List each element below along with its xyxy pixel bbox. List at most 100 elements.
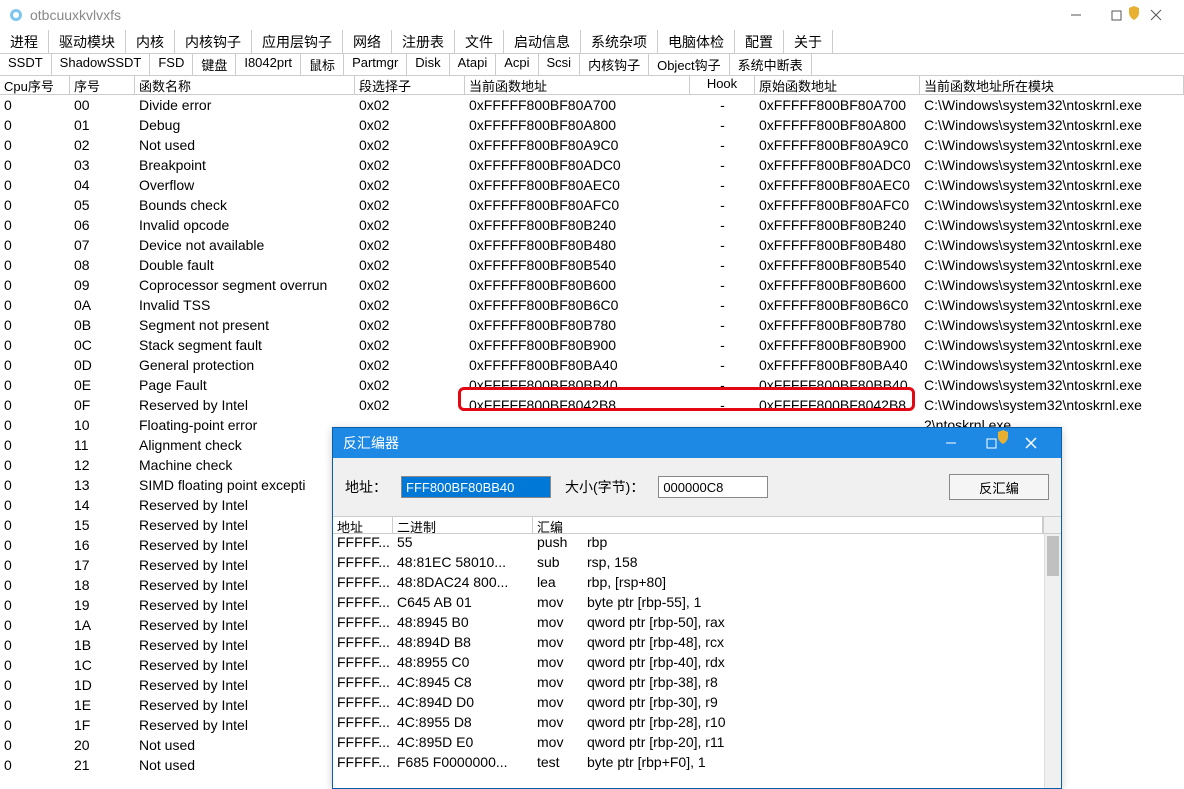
sub-tab-3[interactable]: 键盘 — [193, 54, 236, 75]
asm-row[interactable]: FFFFF...48:8955 C0movqword ptr [rbp-40],… — [333, 654, 1061, 674]
sub-tab-9[interactable]: Acpi — [496, 54, 538, 75]
table-row[interactable]: 00EPage Fault0x020xFFFFF800BF80BB40-0xFF… — [0, 375, 1184, 395]
cell: Floating-point error — [135, 415, 355, 435]
col-header-7[interactable]: 当前函数地址所在模块 — [920, 76, 1184, 94]
table-row[interactable]: 00BSegment not present0x020xFFFFF800BF80… — [0, 315, 1184, 335]
col-addr[interactable]: 地址 — [333, 517, 393, 533]
cell: 0x02 — [355, 355, 465, 375]
asm-row[interactable]: FFFFF...48:8DAC24 800...learbp, [rsp+80] — [333, 574, 1061, 594]
top-tab-8[interactable]: 启动信息 — [504, 30, 581, 53]
col-header-4[interactable]: 当前函数地址 — [465, 76, 690, 94]
cell: 0 — [0, 255, 70, 275]
sub-tab-11[interactable]: 内核钩子 — [580, 54, 649, 75]
sub-tab-0[interactable]: SSDT — [0, 54, 52, 75]
dialog-titlebar[interactable]: 反汇编器 — [333, 428, 1061, 458]
sub-tab-10[interactable]: Scsi — [539, 54, 581, 75]
cell: C:\Windows\system32\ntoskrnl.exe — [920, 315, 1184, 335]
table-row[interactable]: 006Invalid opcode0x020xFFFFF800BF80B240-… — [0, 215, 1184, 235]
shield-icon — [997, 430, 1009, 444]
table-row[interactable]: 004Overflow0x020xFFFFF800BF80AEC0-0xFFFF… — [0, 175, 1184, 195]
table-row[interactable]: 001Debug0x020xFFFFF800BF80A800-0xFFFFF80… — [0, 115, 1184, 135]
cell: - — [690, 375, 755, 395]
cell: Reserved by Intel — [135, 615, 355, 635]
top-tab-3[interactable]: 内核钩子 — [175, 30, 252, 53]
dialog-scrollbar[interactable] — [1044, 534, 1061, 788]
asm-row[interactable]: FFFFF...4C:8955 D8movqword ptr [rbp-28],… — [333, 714, 1061, 734]
table-row[interactable]: 009Coprocessor segment overrun0x020xFFFF… — [0, 275, 1184, 295]
cell: 0xFFFFF800BF80ADC0 — [755, 155, 920, 175]
sub-tab-1[interactable]: ShadowSSDT — [52, 54, 151, 75]
col-asm[interactable]: 汇编 — [533, 517, 1043, 533]
top-tab-5[interactable]: 网络 — [343, 30, 392, 53]
cell: 0xFFFFF800BF80BA40 — [465, 355, 690, 375]
cell: 0x02 — [355, 215, 465, 235]
sub-tab-6[interactable]: Partmgr — [344, 54, 407, 75]
asm-row[interactable]: FFFFF...4C:895D E0movqword ptr [rbp-20],… — [333, 734, 1061, 754]
asm-op: mov — [533, 594, 583, 614]
asm-row[interactable]: FFFFF...48:8945 B0movqword ptr [rbp-50],… — [333, 614, 1061, 634]
col-header-0[interactable]: Cpu序号 — [0, 76, 70, 94]
col-header-6[interactable]: 原始函数地址 — [755, 76, 920, 94]
top-tab-12[interactable]: 关于 — [784, 30, 833, 53]
top-tab-2[interactable]: 内核 — [126, 30, 175, 53]
dialog-close-button[interactable] — [1011, 428, 1051, 458]
col-bin[interactable]: 二进制 — [393, 517, 533, 533]
asm-row[interactable]: FFFFF...4C:894D D0movqword ptr [rbp-30],… — [333, 694, 1061, 714]
scroll-thumb[interactable] — [1047, 536, 1059, 576]
top-tab-9[interactable]: 系统杂项 — [581, 30, 658, 53]
asm-addr: FFFFF... — [333, 694, 393, 714]
asm-row[interactable]: FFFFF...4C:8945 C8movqword ptr [rbp-38],… — [333, 674, 1061, 694]
disassemble-button[interactable]: 反汇编 — [949, 474, 1049, 500]
top-tab-7[interactable]: 文件 — [455, 30, 504, 53]
asm-row[interactable]: FFFFF...C645 AB 01movbyte ptr [rbp-55], … — [333, 594, 1061, 614]
dialog-minimize-button[interactable] — [931, 428, 971, 458]
col-header-2[interactable]: 函数名称 — [135, 76, 355, 94]
cell: 0 — [0, 635, 70, 655]
col-header-3[interactable]: 段选择子 — [355, 76, 465, 94]
asm-row[interactable]: FFFFF...48:894D B8movqword ptr [rbp-48],… — [333, 634, 1061, 654]
sub-tab-5[interactable]: 鼠标 — [301, 54, 344, 75]
sub-tab-12[interactable]: Object钩子 — [649, 54, 730, 75]
table-row[interactable]: 005Bounds check0x020xFFFFF800BF80AFC0-0x… — [0, 195, 1184, 215]
table-row[interactable]: 000Divide error0x020xFFFFF800BF80A700-0x… — [0, 95, 1184, 115]
table-row[interactable]: 008Double fault0x020xFFFFF800BF80B540-0x… — [0, 255, 1184, 275]
sub-tab-13[interactable]: 系统中断表 — [730, 54, 812, 75]
col-header-5[interactable]: Hook — [690, 76, 755, 94]
sub-tab-7[interactable]: Disk — [407, 54, 449, 75]
asm-addr: FFFFF... — [333, 614, 393, 634]
table-row[interactable]: 00FReserved by Intel0x020xFFFFF800BF8042… — [0, 395, 1184, 415]
asm-row[interactable]: FFFFF...55pushrbp — [333, 534, 1061, 554]
table-row[interactable]: 00AInvalid TSS0x020xFFFFF800BF80B6C0-0xF… — [0, 295, 1184, 315]
minimize-button[interactable] — [1056, 0, 1096, 30]
asm-row[interactable]: FFFFF...F685 F0000000...testbyte ptr [rb… — [333, 754, 1061, 774]
asm-row[interactable]: FFFFF...48:81EC 58010...subrsp, 158 — [333, 554, 1061, 574]
cell: 07 — [70, 235, 135, 255]
table-row[interactable]: 00CStack segment fault0x020xFFFFF800BF80… — [0, 335, 1184, 355]
cell: Page Fault — [135, 375, 355, 395]
sub-tab-4[interactable]: I8042prt — [236, 54, 301, 75]
top-tab-0[interactable]: 进程 — [0, 30, 49, 53]
cell: 0 — [0, 235, 70, 255]
top-tab-11[interactable]: 配置 — [735, 30, 784, 53]
cell: Invalid opcode — [135, 215, 355, 235]
table-row[interactable]: 003Breakpoint0x020xFFFFF800BF80ADC0-0xFF… — [0, 155, 1184, 175]
size-input[interactable] — [658, 476, 768, 498]
cell: Reserved by Intel — [135, 695, 355, 715]
cell: 0xFFFFF800BF80AFC0 — [465, 195, 690, 215]
top-tab-6[interactable]: 注册表 — [392, 30, 455, 53]
top-tab-1[interactable]: 驱动模块 — [49, 30, 126, 53]
close-button[interactable] — [1136, 0, 1176, 30]
table-row[interactable]: 002Not used0x020xFFFFF800BF80A9C0-0xFFFF… — [0, 135, 1184, 155]
sub-tab-8[interactable]: Atapi — [450, 54, 497, 75]
table-row[interactable]: 00DGeneral protection0x020xFFFFF800BF80B… — [0, 355, 1184, 375]
top-tab-4[interactable]: 应用层钩子 — [252, 30, 343, 53]
cell: C:\Windows\system32\ntoskrnl.exe — [920, 95, 1184, 115]
addr-input[interactable] — [401, 476, 551, 498]
cell: C:\Windows\system32\ntoskrnl.exe — [920, 155, 1184, 175]
cell: 0xFFFFF800BF80B6C0 — [755, 295, 920, 315]
top-tab-10[interactable]: 电脑体检 — [658, 30, 735, 53]
asm-addr: FFFFF... — [333, 534, 393, 554]
col-header-1[interactable]: 序号 — [70, 76, 135, 94]
sub-tab-2[interactable]: FSD — [150, 54, 193, 75]
table-row[interactable]: 007Device not available0x020xFFFFF800BF8… — [0, 235, 1184, 255]
